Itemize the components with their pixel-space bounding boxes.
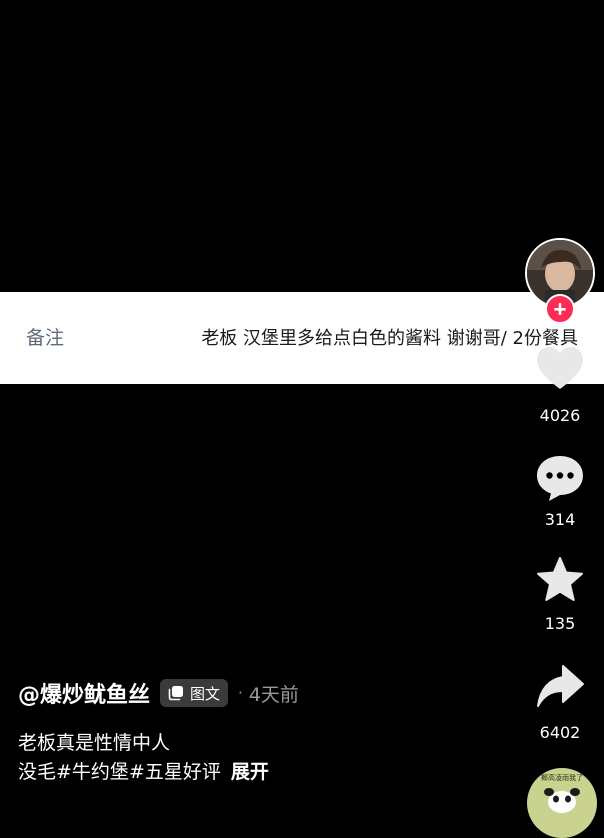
favorite-count: 135 xyxy=(544,614,576,633)
comment-bubble-icon xyxy=(537,456,583,501)
share-button[interactable] xyxy=(531,662,589,714)
like-button[interactable] xyxy=(531,345,589,393)
star-icon xyxy=(537,557,583,601)
comment-button[interactable] xyxy=(531,453,589,505)
favorite-button[interactable] xyxy=(531,555,589,607)
post-time: 4天前 xyxy=(248,683,299,706)
heart-icon xyxy=(537,347,583,389)
author-row: @爆炒鱿鱼丝 图文 · 4天前 xyxy=(18,676,299,710)
image-text-icon xyxy=(168,686,184,701)
separator-dot: · xyxy=(238,684,243,702)
comment-count: 314 xyxy=(544,510,576,529)
follow-button[interactable] xyxy=(545,294,575,324)
caption-line-1: 老板真是性情中人 xyxy=(18,732,171,754)
music-disc[interactable]: 椰高凌雨我了 xyxy=(527,768,597,838)
plus-icon xyxy=(554,303,566,315)
note-label: 备注 xyxy=(26,327,65,349)
caption-line-2: 没毛#牛约堡#五星好评 展开 xyxy=(18,758,269,786)
post-type-tag: 图文 xyxy=(160,679,229,707)
expand-button[interactable]: 展开 xyxy=(231,761,269,783)
share-arrow-icon xyxy=(537,665,584,707)
like-count: 4026 xyxy=(539,406,581,425)
author-name[interactable]: @爆炒鱿鱼丝 xyxy=(18,677,150,709)
caption-hashtags[interactable]: 没毛#牛约堡#五星好评 xyxy=(18,761,221,783)
note-text: 老板 汉堡里多给点白色的酱料 谢谢哥/ 2份餐具 xyxy=(201,328,578,349)
share-count: 6402 xyxy=(539,723,581,742)
music-cover-icon xyxy=(544,788,580,813)
post-type-label: 图文 xyxy=(190,684,221,703)
